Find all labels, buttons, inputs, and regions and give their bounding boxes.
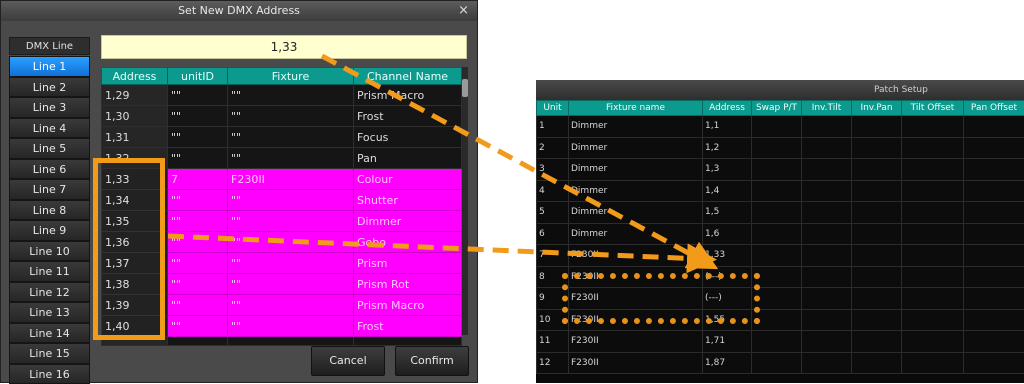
arrow-input-to-patch [322, 56, 705, 262]
annotation-arrows [0, 0, 1024, 383]
arrow-box-to-patch [168, 236, 702, 259]
